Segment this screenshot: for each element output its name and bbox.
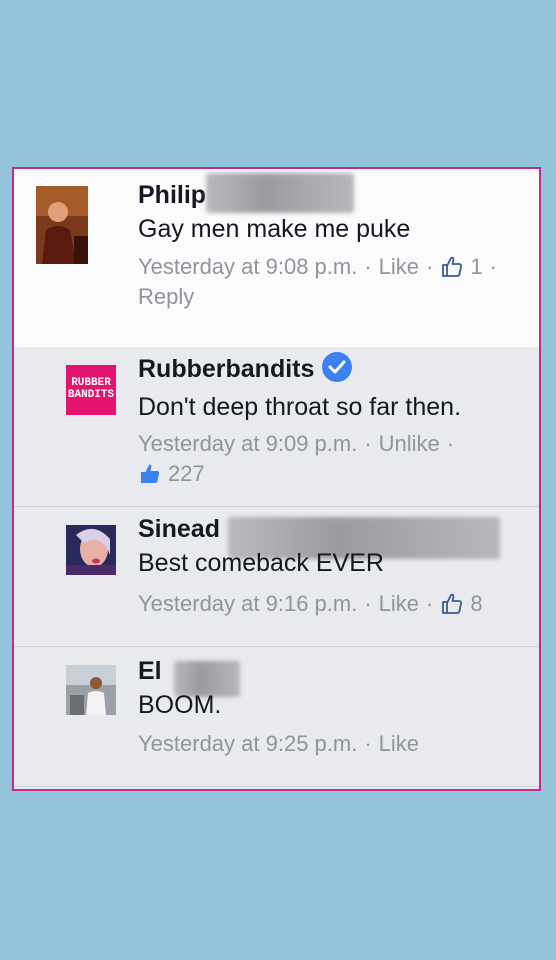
commenter-name[interactable]: Philip [138, 181, 206, 210]
separator-dot: · [489, 254, 497, 279]
comment-item: RUBBER BANDITS Rubberbandits Don't deep … [14, 347, 539, 507]
comment-text: Don't deep throat so far then. [138, 393, 462, 421]
commenter-name[interactable]: Sinead [138, 515, 220, 544]
like-link[interactable]: Like [379, 254, 419, 280]
thumbs-up-outline-icon [442, 256, 463, 277]
like-count[interactable]: 227 [168, 461, 205, 487]
like-count[interactable]: 1 [470, 254, 482, 280]
avatar[interactable] [66, 525, 116, 575]
like-count[interactable]: 8 [470, 591, 482, 617]
reply-link[interactable]: Reply [138, 284, 194, 310]
comment-meta: Yesterday at 9:25 p.m. · Like [138, 731, 419, 757]
timestamp[interactable]: Yesterday at 9:09 p.m. [138, 431, 357, 457]
separator-dot: · [426, 254, 434, 279]
like-link[interactable]: Like [379, 591, 419, 617]
commenter-name-row: Rubberbandits [138, 352, 353, 385]
comment-likes-line: 227 [138, 461, 205, 487]
separator-dot: · [426, 591, 434, 616]
timestamp[interactable]: Yesterday at 9:16 p.m. [138, 591, 357, 617]
separator-dot: · [446, 431, 455, 456]
comments-panel: Philip Gay men make me puke Yesterday at… [12, 167, 541, 791]
avatar[interactable]: RUBBER BANDITS [66, 365, 116, 415]
comment-text: Best comeback EVER [138, 549, 384, 577]
verified-check-icon [322, 352, 353, 383]
comment-item: Sinead Best comeback EVER Yesterday at 9… [14, 507, 539, 647]
redaction-blur [206, 173, 354, 213]
commenter-name[interactable]: El [138, 657, 162, 686]
rubberbandits-logo: RUBBER BANDITS [66, 365, 116, 415]
comment-meta: Yesterday at 9:08 p.m. · Like · 1 · [138, 254, 504, 280]
separator-dot: · [364, 731, 372, 756]
unlike-link[interactable]: Unlike [379, 431, 440, 457]
comment-meta: Yesterday at 9:16 p.m. · Like · 8 [138, 591, 483, 617]
thumbs-up-outline-icon [442, 593, 463, 614]
comment-text: Gay men make me puke [138, 215, 411, 243]
comment-item: El BOOM. Yesterday at 9:25 p.m. · Like [14, 647, 539, 787]
avatar[interactable] [66, 665, 116, 715]
thumbs-up-filled-icon [141, 464, 160, 483]
separator-dot: · [364, 431, 372, 456]
separator-dot: · [364, 591, 372, 616]
avatar[interactable] [36, 186, 88, 264]
timestamp[interactable]: Yesterday at 9:25 p.m. [138, 731, 357, 757]
commenter-name[interactable]: Rubberbandits [138, 355, 314, 383]
separator-dot: · [364, 254, 372, 279]
comment-meta-line2: Reply [138, 284, 194, 310]
like-link[interactable]: Like [379, 731, 419, 757]
comment-meta: Yesterday at 9:09 p.m. · Unlike · [138, 431, 461, 457]
comment-item: Philip Gay men make me puke Yesterday at… [14, 169, 539, 347]
timestamp[interactable]: Yesterday at 9:08 p.m. [138, 254, 357, 280]
comment-text: BOOM. [138, 691, 222, 719]
